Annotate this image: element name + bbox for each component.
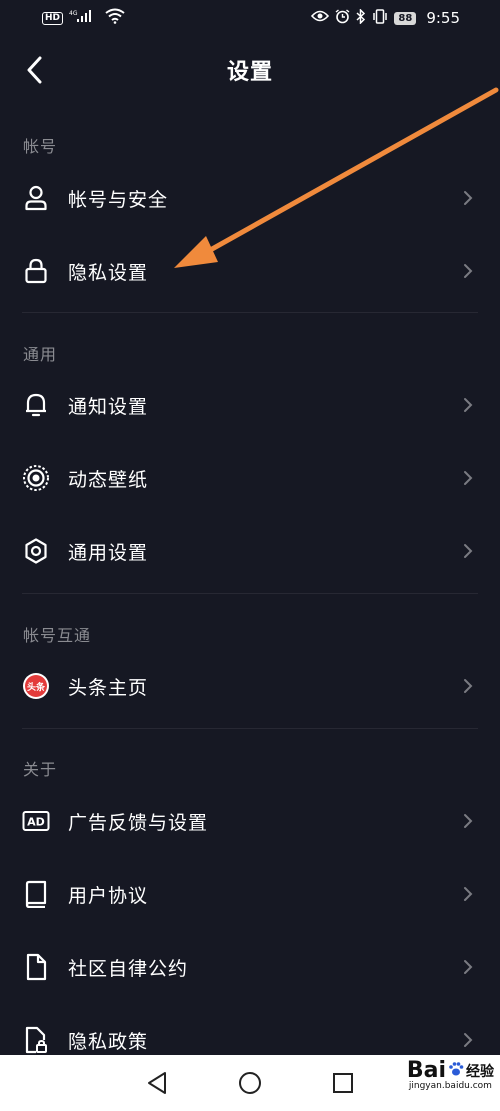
alarm-icon <box>335 8 350 28</box>
row-notification-settings[interactable]: 通知设置 <box>0 369 500 441</box>
row-label: 广告反馈与设置 <box>68 811 209 834</box>
triangle-back-icon <box>147 1072 166 1094</box>
chevron-right-icon <box>462 958 474 976</box>
eye-icon <box>311 10 330 26</box>
nav-back-button[interactable] <box>143 1069 171 1097</box>
status-bar: HD 4G 88 9:55 <box>0 0 500 36</box>
status-left: HD 4G <box>42 8 125 28</box>
hd-badge: HD <box>42 11 64 25</box>
toutiao-icon: 头条 <box>22 672 50 700</box>
section-divider <box>22 728 478 729</box>
watermark-logo: Bai <box>406 1058 446 1083</box>
row-label: 用户协议 <box>68 884 149 907</box>
row-toutiao-homepage[interactable]: 头条 头条主页 <box>0 650 500 722</box>
lock-icon <box>22 257 50 285</box>
row-label: 通知设置 <box>68 395 149 418</box>
row-label: 帐号与安全 <box>68 188 169 211</box>
nav-recents-button[interactable] <box>329 1069 357 1097</box>
ad-badge-text: AD <box>27 816 45 829</box>
chevron-right-icon <box>462 542 474 560</box>
row-label: 隐私设置 <box>68 261 149 284</box>
signal-icon: 4G <box>69 9 99 27</box>
chevron-right-icon <box>462 189 474 207</box>
wifi-icon <box>105 8 125 28</box>
row-user-agreement[interactable]: 用户协议 <box>0 858 500 930</box>
section-divider <box>22 312 478 313</box>
status-right: 88 9:55 <box>311 7 460 28</box>
battery-indicator: 88 <box>394 11 417 25</box>
row-label: 动态壁纸 <box>68 468 149 491</box>
bell-icon <box>22 391 50 419</box>
row-label: 社区自律公约 <box>68 957 189 980</box>
vibrate-icon <box>372 8 388 28</box>
nav-home-button[interactable] <box>236 1069 264 1097</box>
row-community-guidelines[interactable]: 社区自律公约 <box>0 931 500 1003</box>
chevron-right-icon <box>462 262 474 280</box>
row-ad-feedback[interactable]: AD 广告反馈与设置 <box>0 785 500 857</box>
row-privacy-settings[interactable]: 隐私设置 <box>0 235 500 307</box>
section-label-about: 关于 <box>23 760 58 779</box>
section-divider <box>22 593 478 594</box>
chevron-right-icon <box>462 469 474 487</box>
chevron-right-icon <box>462 812 474 830</box>
row-label: 隐私政策 <box>68 1030 149 1053</box>
row-live-wallpaper[interactable]: 动态壁纸 <box>0 442 500 514</box>
row-label: 头条主页 <box>68 676 149 699</box>
privacy-policy-icon <box>22 1026 50 1054</box>
row-general-settings[interactable]: 通用设置 <box>0 515 500 587</box>
circle-home-icon <box>238 1072 261 1094</box>
section-label-general: 通用 <box>23 345 58 364</box>
chevron-right-icon <box>462 677 474 695</box>
watermark: Bai 经验 jingyan.baidu.com <box>407 1058 494 1091</box>
book-icon <box>22 880 50 908</box>
paw-icon <box>448 1061 464 1080</box>
row-account-security[interactable]: 帐号与安全 <box>0 162 500 234</box>
document-icon <box>22 953 50 981</box>
user-icon <box>22 184 50 212</box>
settings-screen: HD 4G 88 9:55 设置 帐号 帐号与安全 隐私设置 通用 通知设置 动… <box>0 0 500 1111</box>
square-recents-icon <box>333 1073 354 1093</box>
network-type: 4G <box>69 10 78 17</box>
section-label-account-link: 帐号互通 <box>23 626 92 645</box>
back-button[interactable] <box>18 52 50 88</box>
page-title: 设置 <box>226 60 273 85</box>
bluetooth-icon <box>356 7 366 28</box>
ad-icon: AD <box>22 807 50 835</box>
chevron-right-icon <box>462 396 474 414</box>
watermark-url: jingyan.baidu.com <box>408 1081 492 1091</box>
section-label-account: 帐号 <box>23 137 58 156</box>
header: 设置 <box>0 36 500 104</box>
watermark-cn: 经验 <box>466 1063 494 1080</box>
toutiao-badge-text: 头条 <box>25 675 47 697</box>
chevron-right-icon <box>462 885 474 903</box>
row-label: 通用设置 <box>68 541 149 564</box>
back-arrow-icon <box>27 56 42 84</box>
clock: 9:55 <box>426 9 460 27</box>
live-wallpaper-icon <box>22 464 50 492</box>
gear-icon <box>22 537 50 565</box>
chevron-right-icon <box>462 1031 474 1049</box>
